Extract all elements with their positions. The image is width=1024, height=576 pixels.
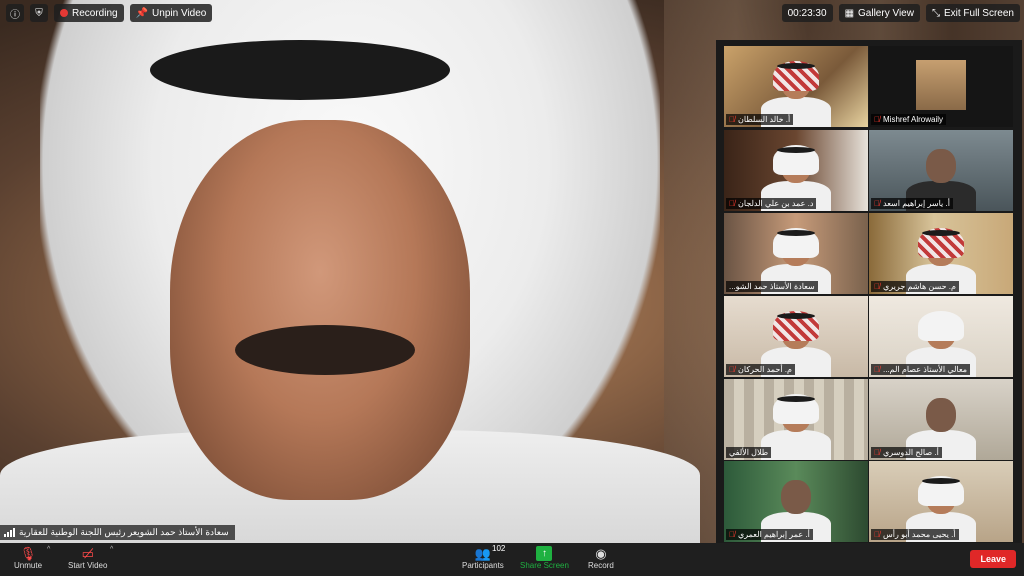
exit-fullscreen-icon: ⤡: [931, 7, 940, 19]
participant-label: 🎙̸ أ. يحيى محمد أبو رأس: [871, 529, 959, 540]
participant-tile[interactable]: 🎙̸ أ. ياسر إبراهيم اسعد: [869, 130, 1013, 211]
share-screen-button[interactable]: ↑ Share Screen: [520, 546, 569, 570]
mic-muted-icon: 🎙̸: [729, 530, 735, 539]
participant-label: 🎙̸ أ. ياسر إبراهيم اسعد: [871, 198, 953, 209]
mic-muted-icon: 🎙̸: [874, 365, 880, 374]
recording-indicator[interactable]: Recording: [54, 4, 124, 22]
participant-tile[interactable]: 🎙̸ أ. صالح الدوسري: [869, 379, 1013, 460]
mic-muted-icon: 🎙: [19, 546, 37, 561]
mic-muted-icon: 🎙̸: [874, 530, 880, 539]
meeting-timer: 00:23:30: [781, 4, 833, 22]
audio-level-icon: [4, 528, 15, 537]
mic-muted-icon: 🎙̸: [729, 199, 735, 208]
speaker-agal: [150, 40, 450, 100]
grid-icon: ▦: [844, 7, 855, 19]
participant-tile[interactable]: 🎙̸ أ. خالد السلطان: [724, 46, 868, 127]
audio-options-caret-icon[interactable]: ^: [47, 546, 50, 553]
speaker-face: [170, 120, 470, 500]
recording-label: Recording: [72, 7, 118, 19]
participant-tile[interactable]: 🎙̸ م. أحمد الحركان: [724, 296, 868, 377]
participant-tile[interactable]: 🎙̸ معالي الأستاذ عصام الم...: [869, 296, 1013, 377]
record-button[interactable]: ◉ Record: [588, 546, 614, 570]
video-off-icon: ▭̸: [81, 546, 94, 561]
gallery-view-label: Gallery View: [858, 7, 914, 19]
participant-tile[interactable]: 🎙̸ أ. عمر إبراهيم العمري: [724, 461, 868, 542]
participant-label: سعادة الأستاذ حمد الشو...: [726, 281, 818, 292]
pin-icon: 📌: [135, 7, 149, 19]
participants-count: 102: [492, 544, 506, 553]
start-video-button[interactable]: ▭̸ Start Video: [68, 546, 107, 570]
participant-label: 🎙̸ م. حسن هاشم جريري: [871, 281, 959, 292]
top-right-controls: 00:23:30 ▦ Gallery View ⤡ Exit Full Scre…: [781, 4, 1020, 22]
recording-dot-icon: [60, 9, 68, 17]
top-status-bar: ⓘ ⛨ Recording 📌 Unpin Video: [6, 4, 213, 22]
leave-button[interactable]: Leave: [970, 550, 1016, 568]
participant-thumbnail: [916, 60, 966, 110]
gallery-panel: 🎙̸ أ. خالد السلطان 🎙̸ Mishref Alrowaily 🎙̸…: [716, 40, 1022, 543]
shield-icon[interactable]: ⛨: [30, 4, 48, 22]
participant-label: 🎙̸ أ. خالد السلطان: [726, 114, 794, 125]
main-speaker-name: سعادة الأستاذ حمد الشويعر رئيس اللجنة ال…: [19, 527, 229, 537]
participant-figure: [761, 390, 831, 460]
participant-tile[interactable]: 🎙̸ د. عمد بن علي الدلجان: [724, 130, 868, 211]
mic-muted-icon: 🎙̸: [874, 199, 880, 208]
meeting-toolbar: 🎙 Unmute ^ ▭̸ Start Video ^ 👥 Participan…: [0, 543, 1024, 576]
participant-tile[interactable]: 🎙̸ م. حسن هاشم جريري: [869, 213, 1013, 294]
participant-label: 🎙̸ Mishref Alrowaily: [871, 114, 947, 125]
main-speaker-name-tag: سعادة الأستاذ حمد الشويعر رئيس اللجنة ال…: [0, 525, 235, 540]
exit-fullscreen-button[interactable]: ⤡ Exit Full Screen: [925, 4, 1020, 22]
mic-muted-icon: 🎙̸: [874, 448, 880, 457]
participants-icon: 👥: [474, 546, 491, 561]
info-icon[interactable]: ⓘ: [6, 4, 24, 22]
exit-fullscreen-label: Exit Full Screen: [943, 7, 1014, 19]
participant-label: 🎙̸ معالي الأستاذ عصام الم...: [871, 364, 971, 375]
unpin-video-button[interactable]: 📌 Unpin Video: [129, 4, 213, 22]
participant-tile[interactable]: طلال الألفي: [724, 379, 868, 460]
mic-muted-icon: 🎙̸: [874, 282, 880, 291]
unmute-button[interactable]: 🎙 Unmute: [14, 546, 42, 570]
speaker-mustache: [235, 325, 415, 375]
participant-tile[interactable]: 🎙̸ Mishref Alrowaily: [869, 46, 1013, 127]
participant-label: طلال الألفي: [726, 447, 772, 458]
mic-muted-icon: 🎙̸: [729, 115, 735, 124]
participant-label: 🎙̸ أ. عمر إبراهيم العمري: [726, 529, 813, 540]
mic-muted-icon: 🎙̸: [729, 365, 735, 374]
participant-tile[interactable]: 🎙̸ أ. يحيى محمد أبو رأس: [869, 461, 1013, 542]
participant-label: 🎙̸ م. أحمد الحركان: [726, 364, 795, 375]
share-screen-icon: ↑: [536, 546, 553, 561]
gallery-view-button[interactable]: ▦ Gallery View: [838, 4, 920, 22]
mic-muted-icon: 🎙̸: [874, 115, 880, 124]
participant-label: 🎙̸ أ. صالح الدوسري: [871, 447, 942, 458]
participant-tile-active-speaker[interactable]: سعادة الأستاذ حمد الشو...: [724, 213, 868, 294]
participant-label: 🎙̸ د. عمد بن علي الدلجان: [726, 198, 817, 209]
record-icon: ◉: [595, 546, 607, 561]
video-options-caret-icon[interactable]: ^: [110, 546, 113, 553]
unpin-label: Unpin Video: [152, 7, 207, 19]
